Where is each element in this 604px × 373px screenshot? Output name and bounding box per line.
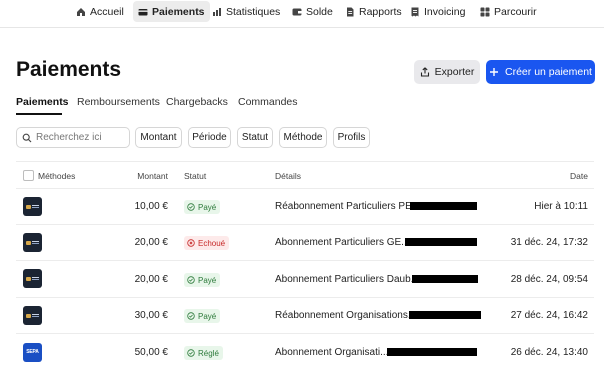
- status-badge: Payé: [184, 309, 221, 323]
- status-badge: Réglé: [184, 346, 223, 360]
- row-details[interactable]: Abonnement Particuliers GE...: [275, 237, 410, 248]
- status-label: Echoué: [198, 238, 226, 248]
- invoice-icon: [411, 7, 419, 16]
- row-amount: 30,00 €: [134, 310, 168, 321]
- check-circle-icon: [187, 312, 195, 320]
- tab-chargebacks[interactable]: Chargebacks: [166, 96, 228, 108]
- upload-icon: [420, 67, 429, 77]
- table-divider: [16, 161, 594, 162]
- nav-item-invoicing[interactable]: Invoicing: [405, 1, 470, 22]
- export-label: Exporter: [434, 66, 475, 78]
- top-navigation: Accueil Paiements Statistiques Solde Rap…: [0, 0, 604, 28]
- row-details[interactable]: Réabonnement Organisations...: [275, 310, 416, 321]
- status-label: Payé: [198, 202, 217, 212]
- row-amount: 20,00 €: [134, 237, 168, 248]
- sepa-method-icon: SEPA: [23, 343, 42, 362]
- select-all-checkbox[interactable]: [23, 170, 34, 181]
- filter-methode[interactable]: Méthode: [279, 127, 327, 148]
- nav-label: Statistiques: [226, 5, 281, 18]
- filter-montant[interactable]: Montant: [135, 127, 182, 148]
- grid-icon: [480, 7, 490, 16]
- row-date: Hier à 10:11: [534, 201, 588, 212]
- column-header-methods: Méthodes: [38, 171, 76, 181]
- row-date: 27 déc. 24, 16:42: [510, 310, 588, 321]
- bar-chart-icon: [213, 7, 221, 16]
- row-details[interactable]: Abonnement Particuliers Daub...: [275, 274, 419, 285]
- row-amount: 10,00 €: [134, 201, 168, 212]
- page-title: Paiements: [16, 58, 122, 81]
- column-header-status: Statut: [184, 171, 207, 181]
- status-badge: Payé: [184, 200, 221, 214]
- nav-label: Paiements: [152, 5, 205, 18]
- export-button[interactable]: Exporter: [414, 60, 480, 84]
- table-divider: [16, 297, 594, 298]
- home-icon: [77, 7, 85, 16]
- status-label: Payé: [198, 311, 217, 321]
- card-method-icon: [23, 306, 42, 325]
- row-date: 26 déc. 24, 13:40: [510, 347, 588, 358]
- nav-label: Parcourir: [494, 5, 537, 18]
- row-details[interactable]: Abonnement Organisati...: [275, 347, 388, 358]
- filter-statut[interactable]: Statut: [237, 127, 273, 148]
- redaction-bar: [412, 275, 478, 283]
- table-divider: [16, 224, 594, 225]
- status-label: Réglé: [198, 348, 219, 358]
- nav-item-rapports[interactable]: Rapports: [340, 1, 407, 22]
- wallet-icon: [292, 8, 302, 15]
- filter-periode[interactable]: Période: [188, 127, 231, 148]
- tab-remboursements[interactable]: Remboursements: [77, 96, 160, 108]
- nav-item-parcourir[interactable]: Parcourir: [475, 1, 542, 22]
- column-header-date: Date: [570, 171, 588, 181]
- nav-item-paiements[interactable]: Paiements: [133, 1, 210, 22]
- status-badge: Payé: [184, 273, 221, 287]
- redaction-bar: [405, 238, 477, 246]
- check-circle-icon: [187, 349, 195, 357]
- x-circle-icon: [187, 239, 195, 247]
- document-icon: [347, 7, 354, 16]
- nav-item-statistiques[interactable]: Statistiques: [207, 1, 285, 22]
- row-date: 28 déc. 24, 09:54: [510, 274, 588, 285]
- nav-item-solde[interactable]: Solde: [287, 1, 338, 22]
- create-payment-button[interactable]: Créer un paiement: [486, 60, 595, 84]
- card-method-icon: [23, 197, 42, 216]
- column-header-details: Détails: [275, 171, 301, 181]
- table-divider: [16, 188, 594, 189]
- search-input[interactable]: [36, 132, 126, 143]
- search-box[interactable]: [16, 127, 130, 148]
- create-label: Créer un paiement: [505, 66, 592, 78]
- active-tab-indicator: [16, 113, 62, 115]
- nav-item-accueil[interactable]: Accueil: [71, 1, 129, 22]
- redaction-bar: [410, 202, 477, 210]
- tab-paiements[interactable]: Paiements: [16, 96, 69, 108]
- card-icon: [138, 8, 148, 15]
- row-date: 31 déc. 24, 17:32: [510, 237, 588, 248]
- row-amount: 50,00 €: [134, 347, 168, 358]
- table-divider: [16, 260, 594, 261]
- status-badge: Echoué: [184, 236, 230, 250]
- row-amount: 20,00 €: [134, 274, 168, 285]
- nav-label: Invoicing: [424, 5, 466, 18]
- nav-label: Rapports: [359, 5, 402, 18]
- status-label: Payé: [198, 275, 217, 285]
- card-method-icon: [23, 233, 42, 252]
- check-circle-icon: [187, 203, 195, 211]
- tab-commandes[interactable]: Commandes: [238, 96, 298, 108]
- card-method-icon: [23, 269, 42, 288]
- check-circle-icon: [187, 276, 195, 284]
- redaction-bar: [387, 348, 477, 356]
- search-icon: [22, 133, 32, 142]
- column-header-amount: Montant: [137, 171, 168, 181]
- filter-profils[interactable]: Profils: [333, 127, 370, 148]
- nav-label: Solde: [306, 5, 333, 18]
- plus-icon: [490, 68, 499, 76]
- row-details[interactable]: Réabonnement Particuliers PE...: [275, 201, 420, 212]
- table-divider: [16, 333, 594, 334]
- nav-label: Accueil: [90, 5, 124, 18]
